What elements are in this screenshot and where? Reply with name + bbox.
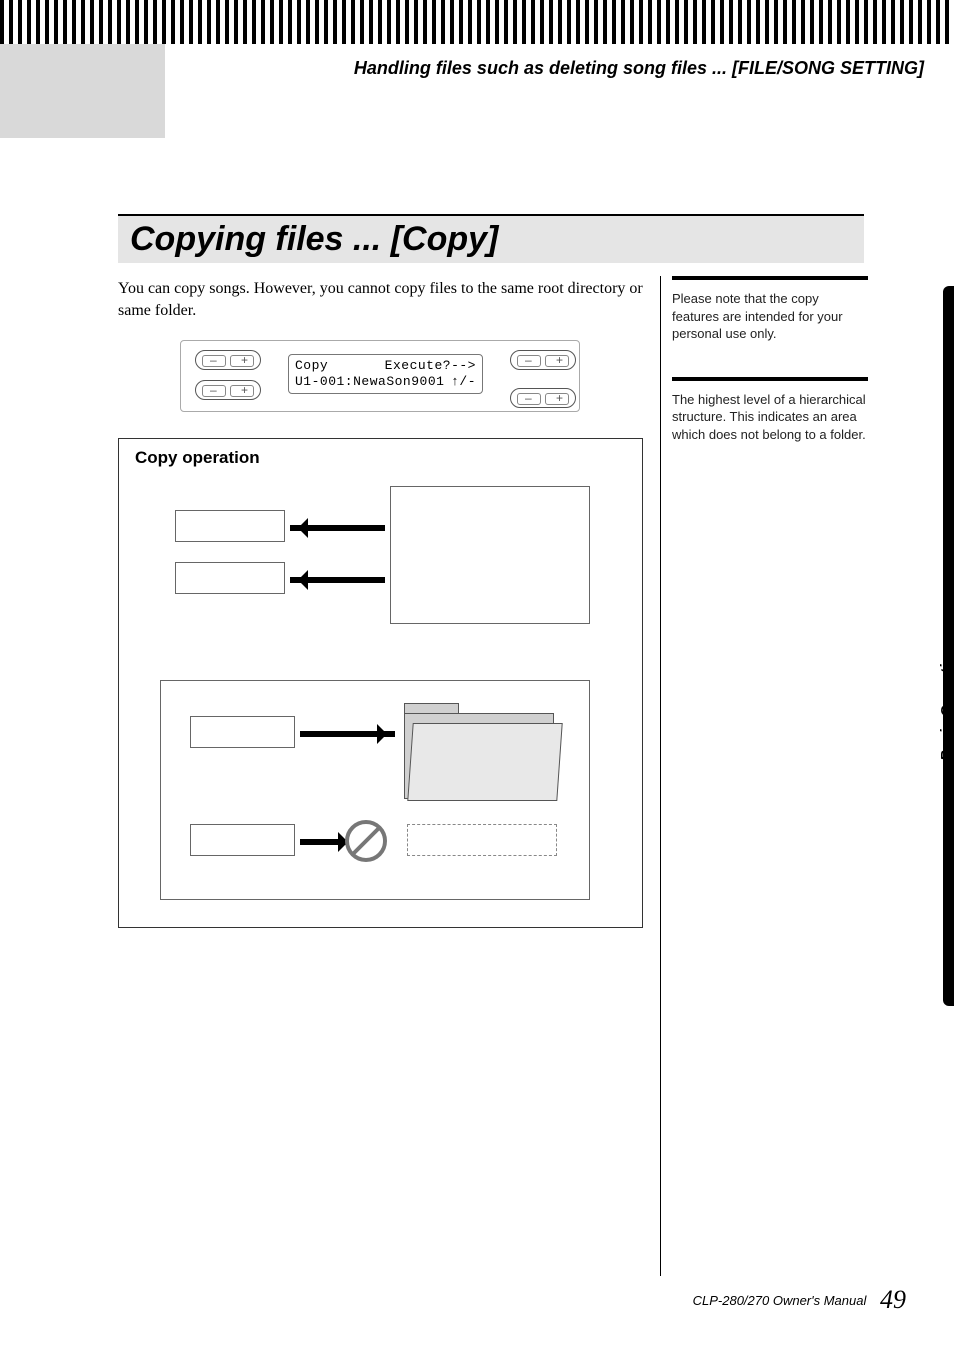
section-tab: Basic Operation — [912, 286, 954, 1006]
page-number: 49 — [880, 1285, 906, 1314]
tab-label: Basic Operation — [938, 646, 954, 761]
section-heading: Copying files ... [Copy] — [118, 216, 864, 263]
folder-icon — [404, 703, 564, 803]
prohibited-icon — [345, 820, 387, 862]
note-copy-personal-use: Please note that the copy features are i… — [672, 290, 868, 343]
lcd-r2b: ↑/- — [451, 374, 476, 390]
diagram-slot-a2 — [175, 562, 285, 594]
lcd-r1b: Execute?--> — [385, 358, 476, 374]
diagram-dest-panel — [390, 486, 590, 624]
footer-manual-name: CLP-280/270 Owner's Manual — [693, 1293, 867, 1308]
diagram-slot-c1 — [190, 716, 295, 748]
note-root-definition: The highest level of a hierarchical stru… — [672, 391, 868, 444]
button-a2-minus-plus-icon: –+ — [195, 380, 261, 400]
diagram-dashed-slot — [407, 824, 557, 856]
footer: CLP-280/270 Owner's Manual 49 — [693, 1285, 906, 1315]
manual-page: Handling files such as deleting song fil… — [0, 0, 954, 1351]
arrow-left-icon — [290, 577, 385, 583]
lcd-r1a: Copy — [295, 358, 328, 374]
diagram-slot-a1 — [175, 510, 285, 542]
intro-paragraph: You can copy songs. However, you cannot … — [118, 278, 658, 321]
copy-operation-title: Copy operation — [135, 448, 260, 468]
running-header: Handling files such as deleting song fil… — [0, 58, 924, 79]
button-c-minus-plus-icon: –+ — [510, 350, 576, 370]
arrow-left-icon — [290, 525, 385, 531]
divider-line — [660, 276, 661, 1276]
section-heading-container: Copying files ... [Copy] — [118, 214, 864, 263]
decorative-top-strip — [0, 0, 954, 44]
arrow-right-icon — [300, 731, 395, 737]
note-rule — [672, 377, 868, 381]
button-a-minus-plus-icon: –+ — [195, 350, 261, 370]
button-c2-minus-plus-icon: –+ — [510, 388, 576, 408]
side-notes: Please note that the copy features are i… — [672, 276, 868, 443]
lcd-screen: Copy Execute?--> U1-001:NewaSon9001 ↑/- — [288, 354, 483, 394]
note-rule — [672, 276, 868, 280]
lcd-r2a: U1-001:NewaSon9001 — [295, 374, 444, 390]
diagram-slot-c2 — [190, 824, 295, 856]
